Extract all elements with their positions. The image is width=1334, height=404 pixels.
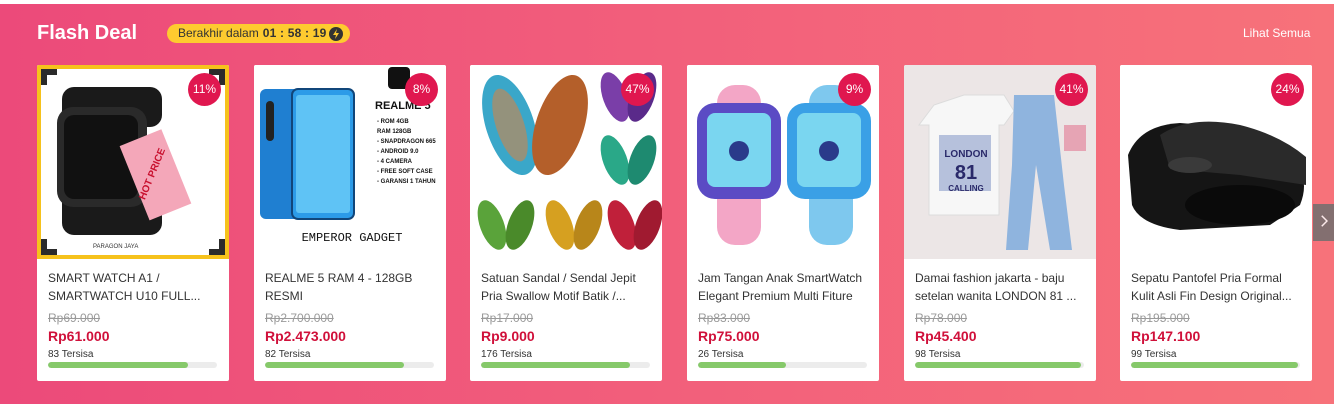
timer-label: Berakhir dalam <box>178 26 259 40</box>
original-price: Rp69.000 <box>48 311 101 325</box>
spec-line: - SNAPDRAGON 665 <box>377 139 436 145</box>
stock-progress-fill <box>481 362 630 368</box>
stock-progress-bar <box>698 362 867 368</box>
product-card[interactable]: HOT PRICE PARAGON JAYA 11% SMART WATCH A… <box>37 65 229 381</box>
original-price: Rp195.000 <box>1131 311 1190 325</box>
stock-remaining: 82 Tersisa <box>265 349 311 360</box>
stock-progress-fill <box>48 362 189 368</box>
discount-badge: 8% <box>405 73 438 106</box>
spec-line: - ROM 4GB <box>377 119 409 125</box>
stock-remaining: 176 Tersisa <box>481 349 532 360</box>
original-price: Rp17.000 <box>481 311 534 325</box>
product-name[interactable]: SMART WATCH A1 / SMARTWATCH U10 FULL... <box>48 269 220 305</box>
product-name[interactable]: Jam Tangan Anak SmartWatch Elegant Premi… <box>698 269 870 305</box>
brand-watermark: PARAGON JAYA <box>93 244 138 250</box>
sale-price: Rp75.000 <box>698 328 760 344</box>
store-name: EMPEROR GADGET <box>302 231 403 245</box>
spec-line: RAM 128GB <box>377 129 412 135</box>
product-name[interactable]: REALME 5 RAM 4 - 128GB RESMI <box>265 269 437 305</box>
flash-deal-title: Flash Deal <box>37 22 138 44</box>
stock-progress-fill <box>698 362 786 368</box>
product-name[interactable]: Satuan Sandal / Sendal Jepit Pria Swallo… <box>481 269 653 305</box>
see-all-link[interactable]: Lihat Semua <box>1243 26 1310 40</box>
sale-price: Rp2.473.000 <box>265 328 346 344</box>
stock-progress-fill <box>265 362 404 368</box>
sale-price: Rp147.100 <box>1131 328 1201 344</box>
discount-badge: 11% <box>188 73 221 106</box>
original-price: Rp2.700.000 <box>265 311 334 325</box>
original-price: Rp83.000 <box>698 311 751 325</box>
product-name[interactable]: Sepatu Pantofel Pria Formal Kulit Asli F… <box>1131 269 1303 305</box>
stock-progress-bar <box>48 362 217 368</box>
stock-progress-bar <box>1131 362 1300 368</box>
carousel-next-button[interactable] <box>1313 204 1334 241</box>
stock-progress-bar <box>915 362 1084 368</box>
timer-value: 01 : 58 : 19 <box>262 26 327 40</box>
sale-price: Rp9.000 <box>481 328 535 344</box>
stock-progress-bar <box>481 362 650 368</box>
spec-line: - FREE SOFT CASE <box>377 169 433 175</box>
stock-remaining: 98 Tersisa <box>915 349 961 360</box>
stock-remaining: 99 Tersisa <box>1131 349 1177 360</box>
product-card[interactable]: REALME 5 - ROM 4GB RAM 128GB - SNAPDRAGO… <box>254 65 446 381</box>
discount-badge: 9% <box>838 73 871 106</box>
lightning-icon <box>329 26 344 41</box>
product-card[interactable]: LONDON 81 CALLING 41% Damai fashion jaka… <box>904 65 1096 381</box>
flash-deal-banner: Flash Deal Berakhir dalam 01 : 58 : 19 L… <box>0 0 1334 404</box>
shirt-print-number: 81 <box>955 162 977 184</box>
stock-progress-bar <box>265 362 434 368</box>
chevron-right-icon <box>1320 215 1328 227</box>
discount-badge: 41% <box>1055 73 1088 106</box>
sale-price: Rp61.000 <box>48 328 110 344</box>
countdown-timer: Berakhir dalam 01 : 58 : 19 <box>167 24 351 43</box>
spec-line: - 4 CAMERA <box>377 159 413 165</box>
original-price: Rp78.000 <box>915 311 968 325</box>
stock-progress-fill <box>1131 362 1299 368</box>
sale-price: Rp45.400 <box>915 328 977 344</box>
stock-progress-fill <box>915 362 1081 368</box>
discount-badge: 47% <box>621 73 654 106</box>
spec-line: - GARANSI 1 TAHUN <box>377 179 436 185</box>
product-name[interactable]: Damai fashion jakarta - baju setelan wan… <box>915 269 1087 305</box>
product-card[interactable]: 9% Jam Tangan Anak SmartWatch Elegant Pr… <box>687 65 879 381</box>
shirt-print-text: LONDON <box>944 149 987 160</box>
discount-badge: 24% <box>1271 73 1304 106</box>
shirt-print-subtext: CALLING <box>948 184 984 193</box>
product-card[interactable]: 47% Satuan Sandal / Sendal Jepit Pria Sw… <box>470 65 662 381</box>
stock-remaining: 26 Tersisa <box>698 349 744 360</box>
product-card[interactable]: 24% Sepatu Pantofel Pria Formal Kulit As… <box>1120 65 1312 381</box>
stock-remaining: 83 Tersisa <box>48 349 94 360</box>
spec-line: - ANDROID 9.0 <box>377 149 419 155</box>
